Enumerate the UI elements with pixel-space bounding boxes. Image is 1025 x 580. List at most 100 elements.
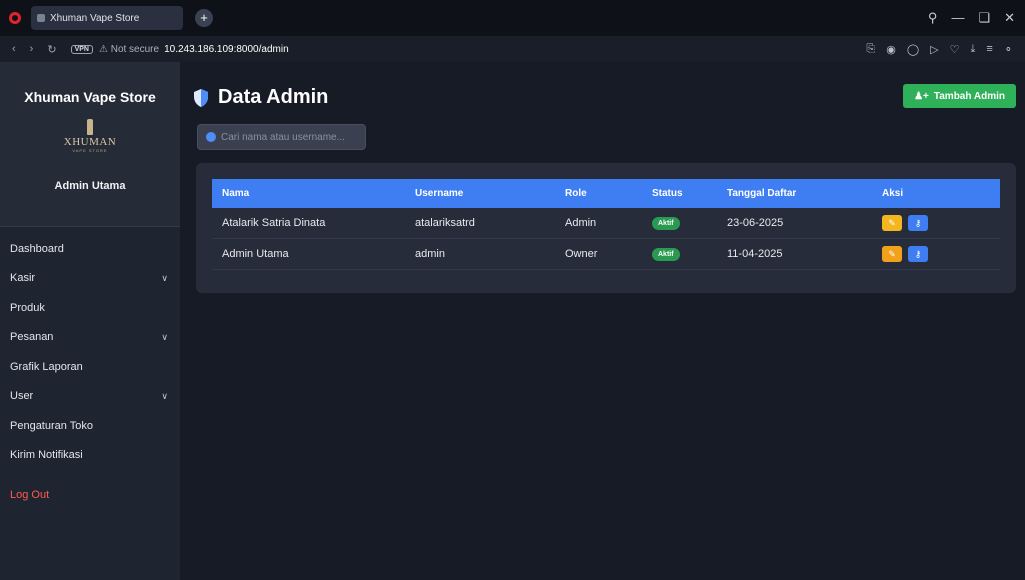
sidebar-item-pengaturan-toko[interactable]: Pengaturan Toko [0, 411, 180, 441]
main-content: Data Admin ♟+ Tambah Admin Nama Username… [180, 62, 1025, 580]
sidebar-item-pesanan[interactable]: Pesanan ∨ [0, 323, 180, 353]
sidebar-item-label: Grafik Laporan [10, 360, 83, 373]
cell-tanggal: 23-06-2025 [727, 217, 784, 229]
security-label: Not secure [110, 43, 160, 55]
browser-tab[interactable]: Xhuman Vape Store [31, 6, 183, 30]
cell-nama: Admin Utama [222, 248, 289, 260]
address-bar: ‹ › ↻ VPN ⚠ Not secure 10.243.186.109:80… [0, 36, 1025, 62]
forward-icon[interactable]: › [30, 43, 34, 56]
tab-title: Xhuman Vape Store [50, 12, 140, 24]
cell-role: Owner [565, 248, 598, 260]
header-role: Role [565, 188, 587, 199]
store-name: Xhuman Vape Store [24, 89, 156, 105]
address-bar-tools: ⎘ ◉ ◯ ▷ ♡ ⤓ ≡ ⚬ [866, 43, 1025, 56]
sidebar: Xhuman Vape Store XHUMAN VAPE STORE Admi… [0, 62, 180, 580]
pencil-icon: ✎ [888, 248, 896, 259]
sidebar-header: Xhuman Vape Store XHUMAN VAPE STORE Admi… [0, 62, 180, 227]
tab-favicon-icon [37, 14, 45, 22]
reload-icon[interactable]: ↻ [47, 43, 56, 56]
cell-username: atalariksatrd [415, 217, 475, 229]
profile-icon[interactable]: ⚬ [1004, 43, 1013, 56]
nav-buttons: ‹ › ↻ [12, 43, 57, 56]
chevron-down-icon: ∨ [161, 390, 168, 401]
cell-status: Aktif [652, 247, 727, 261]
status-badge: Aktif [652, 217, 680, 230]
header-username: Username [415, 188, 464, 199]
logo-subtext: VAPE STORE [72, 148, 108, 153]
add-user-icon: ♟+ [914, 90, 929, 102]
vpn-badge[interactable]: VPN [70, 44, 93, 54]
search-box[interactable] [197, 124, 366, 150]
add-admin-button[interactable]: ♟+ Tambah Admin [903, 84, 1016, 108]
cell-role: Admin [565, 217, 597, 229]
store-logo: XHUMAN VAPE STORE [55, 119, 125, 161]
status-badge: Aktif [652, 248, 680, 261]
key-icon: ⚷ [914, 248, 922, 259]
reset-password-button[interactable]: ⚷ [908, 215, 928, 231]
menu-icon[interactable]: ≡ [986, 43, 992, 56]
window-controls: ⚲ — ❏ ✕ [928, 10, 1025, 26]
sidebar-item-label: Kasir [10, 272, 36, 285]
sidebar-item-label: Log Out [10, 488, 50, 501]
logo-text: XHUMAN [63, 136, 117, 148]
back-icon[interactable]: ‹ [12, 43, 16, 56]
cell-tanggal: 11-04-2025 [727, 248, 783, 260]
user-role: Admin Utama [54, 180, 126, 192]
minimize-icon[interactable]: — [951, 10, 964, 26]
admin-table-card: Nama Username Role Status Tanggal Daftar… [196, 163, 1016, 293]
cell-aksi: ✎ ⚷ [882, 246, 1000, 262]
search-input[interactable] [221, 131, 361, 143]
new-tab-plus-icon[interactable]: + [195, 9, 213, 27]
sidebar-menu: Dashboard Kasir ∨ Produk Pesanan ∨ Grafik … [0, 234, 180, 510]
chevron-down-icon: ∨ [161, 272, 168, 283]
shield-block-icon[interactable]: ◯ [907, 43, 919, 56]
sidebar-item-user[interactable]: User ∨ [0, 382, 180, 412]
sidebar-item-logout[interactable]: Log Out [0, 480, 180, 510]
sidebar-item-produk[interactable]: Produk [0, 293, 180, 323]
opera-logo-icon[interactable] [9, 12, 21, 24]
search-tabs-icon[interactable]: ⚲ [928, 10, 938, 26]
cell-username: admin [415, 248, 445, 260]
cell-nama: Atalarik Satria Dinata [222, 217, 326, 229]
sidebar-item-dashboard[interactable]: Dashboard [0, 234, 180, 264]
sidebar-item-label: Pengaturan Toko [10, 419, 93, 432]
admin-table: Nama Username Role Status Tanggal Daftar… [212, 179, 1000, 270]
url-field[interactable]: 10.243.186.109:8000/admin [164, 44, 289, 55]
sidebar-item-label: Kirim Notifikasi [10, 449, 83, 462]
close-window-icon[interactable]: ✕ [1004, 10, 1015, 26]
heart-icon[interactable]: ♡ [950, 43, 960, 56]
sidebar-item-kirim-notifikasi[interactable]: Kirim Notifikasi [0, 441, 180, 471]
sidebar-item-label: User [10, 390, 34, 403]
pencil-icon: ✎ [888, 217, 896, 228]
snap-icon[interactable]: ❏ [978, 10, 990, 26]
page-title: Data Admin [218, 86, 329, 108]
sidebar-item-label: Pesanan [10, 331, 54, 344]
camera-icon[interactable]: ◉ [886, 43, 896, 56]
table-header: Nama Username Role Status Tanggal Daftar… [212, 179, 1000, 208]
browser-tab-bar: Xhuman Vape Store + ⚲ — ❏ ✕ [0, 0, 1025, 36]
table-row: Atalarik Satria Dinata atalariksatrd Adm… [212, 208, 1000, 239]
sidebar-item-label: Produk [10, 301, 45, 314]
header-tanggal-daftar: Tanggal Daftar [727, 188, 797, 199]
share-icon[interactable]: ⎘ [866, 43, 875, 56]
table-row: Admin Utama admin Owner Aktif 11-04-2025… [212, 239, 1000, 270]
search-icon [206, 132, 216, 142]
header-status: Status [652, 188, 683, 199]
cell-status: Aktif [652, 216, 727, 230]
sidebar-item-label: Dashboard [10, 242, 64, 255]
sidebar-item-grafik-laporan[interactable]: Grafik Laporan [0, 352, 180, 382]
edit-button[interactable]: ✎ [882, 246, 902, 262]
header-nama: Nama [222, 188, 250, 199]
play-icon[interactable]: ▷ [930, 43, 938, 56]
header-aksi: Aksi [882, 188, 904, 199]
security-indicator[interactable]: ⚠ Not secure [99, 44, 159, 55]
add-admin-label: Tambah Admin [933, 90, 1005, 102]
shield-icon [194, 88, 208, 107]
page-header: Data Admin [194, 86, 328, 109]
download-icon[interactable]: ⤓ [970, 43, 975, 56]
sidebar-item-kasir[interactable]: Kasir ∨ [0, 264, 180, 294]
reset-password-button[interactable]: ⚷ [908, 246, 928, 262]
chevron-down-icon: ∨ [161, 331, 168, 342]
edit-button[interactable]: ✎ [882, 215, 902, 231]
logo-bottle-icon [87, 119, 93, 135]
